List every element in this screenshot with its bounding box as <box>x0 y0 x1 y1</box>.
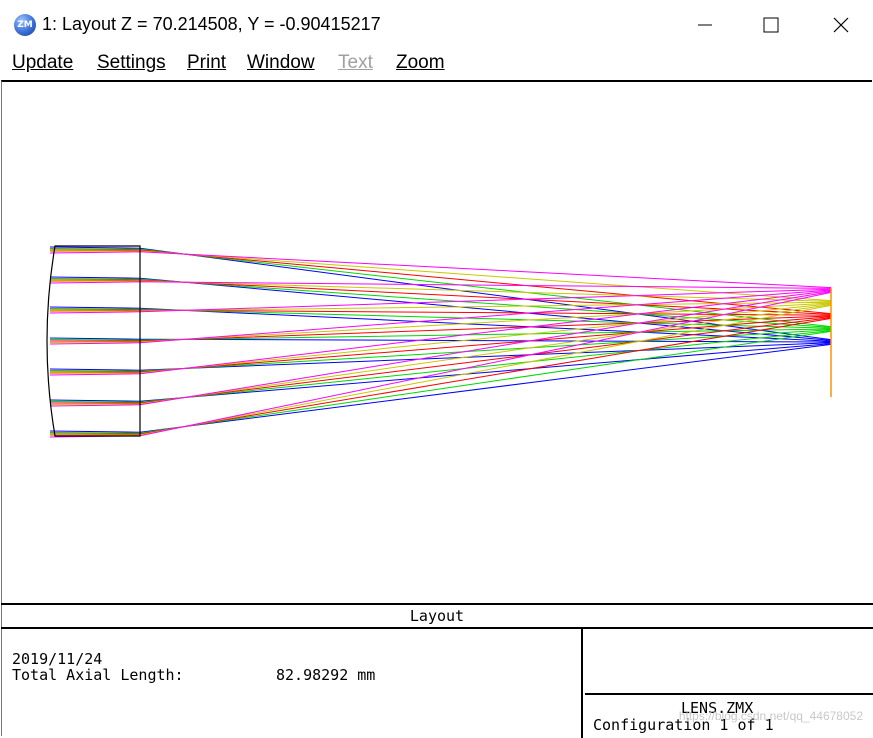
menu-window[interactable]: Window <box>247 52 315 74</box>
menu-update[interactable]: Update <box>12 52 73 74</box>
ray-trace <box>49 343 832 402</box>
minimize-button[interactable] <box>670 0 740 50</box>
menu-zoom[interactable]: Zoom <box>396 52 445 74</box>
menu-settings[interactable]: Settings <box>97 52 166 74</box>
maximize-button[interactable] <box>736 0 806 50</box>
legend-blank-panel <box>585 629 873 695</box>
ray-trace <box>49 280 832 302</box>
ray-trace <box>49 343 832 433</box>
menu-bar: Update Settings Print Window Text Zoom <box>0 50 873 80</box>
ray-trace <box>49 330 832 434</box>
zemax-app-icon[interactable]: ZM <box>14 14 36 36</box>
menu-text[interactable]: Text <box>338 52 373 74</box>
ray-trace <box>49 301 832 312</box>
close-button[interactable] <box>806 0 873 50</box>
legend-info-panel: 2019/11/24 Total Axial Length: 82.98292 … <box>1 629 583 738</box>
close-icon <box>833 17 849 33</box>
legend-axial-length-value: 82.98292 mm <box>276 666 376 684</box>
title-bar: ZM 1: Layout Z = 70.214508, Y = -0.90415… <box>0 0 873 50</box>
legend-axial-length-label: Total Axial Length: <box>12 666 184 684</box>
ray-traces <box>49 246 832 438</box>
legend-box: Layout 2019/11/24 Total Axial Length: 82… <box>1 603 873 738</box>
window-title: 1: Layout Z = 70.214508, Y = -0.90415217 <box>42 14 381 34</box>
watermark: https://blog.csdn.net/qq_44678052 <box>678 709 863 723</box>
minimize-icon <box>698 24 712 26</box>
legend-title: Layout <box>1 605 873 629</box>
maximize-icon <box>763 17 779 33</box>
layout-plot[interactable] <box>0 82 873 603</box>
menu-print[interactable]: Print <box>187 52 226 74</box>
